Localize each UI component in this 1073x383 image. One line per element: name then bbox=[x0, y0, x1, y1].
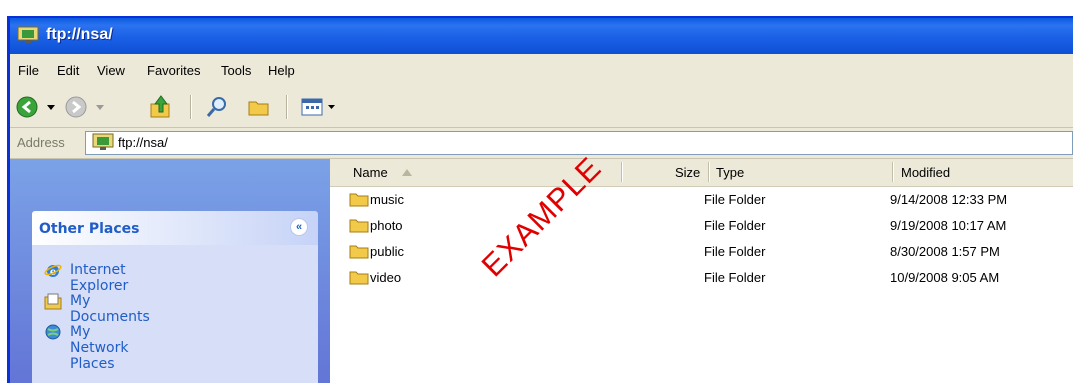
menu-bar: File Edit View Favorites Tools Help bbox=[10, 54, 1073, 88]
my-documents-icon bbox=[44, 293, 62, 310]
search-icon[interactable] bbox=[204, 94, 230, 120]
file-type-cell: File Folder bbox=[704, 270, 766, 285]
menu-tools[interactable]: Tools bbox=[221, 63, 251, 78]
column-type[interactable]: Type bbox=[716, 165, 744, 180]
link-label: My Documents bbox=[70, 293, 150, 325]
file-modified-cell: 10/9/2008 9:05 AM bbox=[890, 270, 1000, 285]
collapse-icon[interactable]: « bbox=[290, 218, 308, 236]
folder-icon bbox=[349, 271, 369, 285]
column-name[interactable]: Name bbox=[353, 165, 388, 180]
file-type-cell: File Folder bbox=[704, 192, 766, 207]
network-places-icon bbox=[45, 324, 61, 340]
file-type-cell: File Folder bbox=[704, 218, 766, 233]
file-type-cell: File Folder bbox=[704, 244, 766, 259]
window-title: ftp://nsa/ bbox=[46, 26, 113, 43]
link-label: Internet Explorer bbox=[70, 262, 129, 294]
file-list: Name Size Type Modified music File Folde… bbox=[330, 159, 1073, 383]
sort-ascending-icon bbox=[402, 169, 412, 176]
file-modified-cell: 9/14/2008 12:33 PM bbox=[890, 192, 1008, 207]
up-folder-icon[interactable] bbox=[148, 94, 174, 120]
file-modified-cell: 8/30/2008 1:57 PM bbox=[890, 244, 1000, 259]
toolbar-separator bbox=[190, 95, 192, 119]
address-bar: Address ftp://nsa/ bbox=[10, 128, 1073, 159]
back-icon[interactable] bbox=[15, 94, 59, 120]
network-folder-icon bbox=[17, 26, 39, 43]
other-places-title: Other Places bbox=[39, 221, 140, 237]
address-input[interactable]: ftp://nsa/ bbox=[85, 131, 1073, 155]
column-modified[interactable]: Modified bbox=[901, 165, 950, 180]
menu-favorites[interactable]: Favorites bbox=[147, 63, 200, 78]
title-bar[interactable]: ftp://nsa/ bbox=[10, 18, 1073, 54]
toolbar bbox=[10, 87, 1073, 128]
task-pane: Other Places « e Internet Explorer My Do… bbox=[10, 159, 330, 383]
file-row[interactable]: public File Folder 8/30/2008 1:57 PM bbox=[330, 244, 1073, 270]
column-headers: Name Size Type Modified bbox=[330, 159, 1073, 187]
views-icon[interactable] bbox=[300, 94, 340, 120]
toolbar-separator bbox=[286, 95, 288, 119]
menu-edit[interactable]: Edit bbox=[57, 63, 79, 78]
folder-icon bbox=[349, 219, 369, 233]
file-modified-cell: 9/19/2008 10:17 AM bbox=[890, 218, 1007, 233]
menu-view[interactable]: View bbox=[97, 63, 125, 78]
forward-icon[interactable] bbox=[64, 94, 108, 120]
folder-icon bbox=[349, 193, 369, 207]
link-label: My Network Places bbox=[70, 324, 129, 372]
file-row[interactable]: video File Folder 10/9/2008 9:05 AM bbox=[330, 270, 1073, 296]
menu-file[interactable]: File bbox=[18, 63, 39, 78]
column-separator[interactable] bbox=[621, 162, 623, 182]
internet-explorer-icon: e bbox=[44, 264, 62, 278]
other-places-panel: Other Places « e Internet Explorer My Do… bbox=[32, 211, 318, 383]
column-separator[interactable] bbox=[892, 162, 894, 182]
column-separator[interactable] bbox=[708, 162, 710, 182]
address-value: ftp://nsa/ bbox=[118, 135, 168, 150]
address-label: Address bbox=[17, 135, 65, 150]
menu-help[interactable]: Help bbox=[268, 63, 295, 78]
other-places-header[interactable]: Other Places « bbox=[32, 211, 318, 245]
file-row[interactable]: music File Folder 9/14/2008 12:33 PM bbox=[330, 192, 1073, 218]
file-row[interactable]: photo File Folder 9/19/2008 10:17 AM bbox=[330, 218, 1073, 244]
folder-icon bbox=[349, 245, 369, 259]
other-places-links: e Internet Explorer My Documents My Netw… bbox=[32, 245, 318, 383]
folders-icon[interactable] bbox=[246, 94, 272, 120]
column-size[interactable]: Size bbox=[675, 165, 700, 180]
network-folder-icon bbox=[92, 133, 114, 150]
